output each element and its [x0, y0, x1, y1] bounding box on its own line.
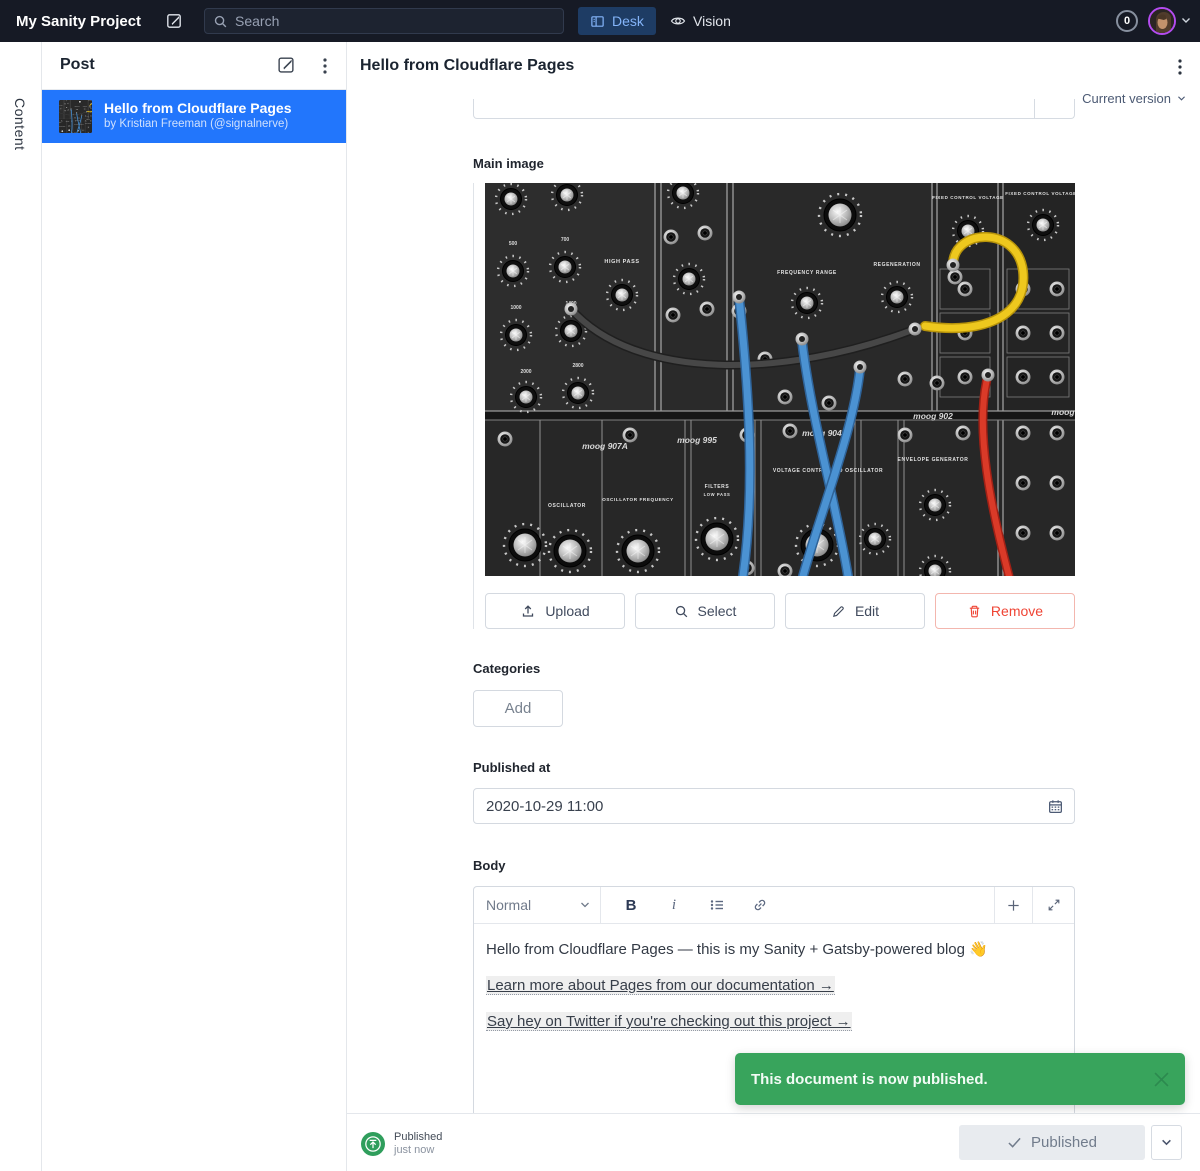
edit-button[interactable]: Edit [785, 593, 925, 629]
pane-title: Post [60, 56, 95, 74]
create-post-button[interactable] [276, 55, 298, 77]
published-at-value: 2020-10-29 11:00 [486, 798, 1047, 815]
upload-label: Upload [545, 603, 589, 619]
list-item-post[interactable]: Hello from Cloudflare Pages by Kristian … [42, 90, 346, 143]
search-icon [213, 14, 228, 29]
desk-tab-label: Desk [612, 13, 644, 29]
insert-block-button[interactable] [994, 887, 1032, 923]
select-label: Select [698, 603, 737, 619]
trash-icon [967, 604, 982, 619]
link-button[interactable] [751, 897, 769, 913]
chevron-down-icon [580, 901, 590, 909]
remove-button[interactable]: Remove [935, 593, 1075, 629]
bullet-list-button[interactable] [708, 897, 726, 913]
avatar-caret-icon[interactable] [1181, 16, 1191, 24]
body-link[interactable]: Say hey on Twitter if you're checking ou… [486, 1012, 852, 1031]
check-icon [1007, 1136, 1022, 1149]
publish-status-time: just now [394, 1144, 434, 1156]
desk-icon [590, 14, 605, 29]
pencil-icon [831, 604, 846, 619]
remove-label: Remove [991, 603, 1043, 619]
post-thumbnail [59, 100, 92, 133]
content-rail-label[interactable]: Content [12, 98, 28, 151]
sanity-studio: HIGH PASS FREQUENCY RANGE REGENERATION F… [0, 0, 1200, 1171]
upload-icon [520, 603, 536, 619]
body-label: Body [473, 858, 506, 873]
main-image-label: Main image [473, 156, 544, 171]
post-list-pane: Post Hello from Cloudflare Pages by Kris… [42, 42, 347, 1171]
close-icon[interactable] [1154, 1072, 1169, 1087]
toast-message: This document is now published. [751, 1071, 1154, 1088]
chevron-down-icon [1177, 95, 1186, 102]
published-at-input[interactable]: 2020-10-29 11:00 [473, 788, 1075, 824]
publish-button[interactable]: Published [959, 1125, 1145, 1160]
clipped-field-input[interactable] [473, 99, 1075, 119]
upload-button[interactable]: Upload [485, 593, 625, 629]
main-image-preview[interactable] [485, 183, 1075, 576]
toolbar-spacer [769, 887, 994, 923]
version-selector[interactable]: Current version [1082, 91, 1186, 106]
clipped-field-button[interactable] [1034, 99, 1074, 118]
editor-toolbar: Normal B i [474, 887, 1074, 924]
document-menu-button[interactable] [1170, 56, 1190, 78]
search-input[interactable] [235, 13, 535, 29]
compose-icon [165, 12, 183, 30]
tab-desk[interactable]: Desk [578, 7, 656, 35]
fullscreen-button[interactable] [1032, 887, 1074, 923]
publish-toast: This document is now published. [735, 1053, 1185, 1105]
search-bar[interactable] [204, 8, 564, 34]
bold-button[interactable]: B [622, 897, 640, 914]
post-item-subtitle: by Kristian Freeman (@signalnerve) [104, 118, 288, 130]
body-paragraph[interactable]: Hello from Cloudflare Pages — this is my… [486, 939, 1062, 960]
editor-content[interactable]: Hello from Cloudflare Pages — this is my… [474, 924, 1074, 1062]
publish-menu-button[interactable] [1151, 1125, 1182, 1160]
avatar[interactable] [1148, 7, 1176, 35]
publish-button-label: Published [1031, 1134, 1097, 1151]
publish-status-icon [361, 1132, 385, 1156]
document-title: Hello from Cloudflare Pages [360, 57, 574, 75]
presence-badge[interactable]: 0 [1116, 10, 1138, 32]
vision-tab-label: Vision [693, 13, 731, 29]
eye-icon [670, 13, 686, 29]
calendar-icon[interactable] [1047, 798, 1064, 815]
pane-header: Post [42, 42, 346, 90]
publish-status-title: Published [394, 1131, 442, 1143]
edit-label: Edit [855, 603, 879, 619]
top-navbar: My Sanity Project Desk Vision 0 [0, 0, 1200, 42]
add-category-button[interactable]: Add [473, 690, 563, 727]
categories-label: Categories [473, 661, 540, 676]
body-link[interactable]: Learn more about Pages from our document… [486, 976, 835, 995]
document-footer: Published just now Published [347, 1113, 1200, 1171]
block-style-value: Normal [486, 897, 531, 913]
select-button[interactable]: Select [635, 593, 775, 629]
image-actions: Upload Select Edit Remove [485, 593, 1075, 629]
project-title: My Sanity Project [16, 0, 141, 42]
field-indent-line [473, 183, 474, 629]
new-document-button[interactable] [163, 10, 185, 32]
version-label: Current version [1082, 91, 1171, 106]
format-buttons: B i [601, 887, 769, 923]
tab-vision[interactable]: Vision [658, 7, 743, 35]
published-at-label: Published at [473, 760, 550, 775]
post-item-title: Hello from Cloudflare Pages [104, 100, 291, 116]
pane-menu-button[interactable] [314, 55, 336, 77]
search-icon [674, 604, 689, 619]
content-rail: Content [0, 42, 42, 1171]
block-style-select[interactable]: Normal [474, 887, 601, 923]
italic-button[interactable]: i [665, 897, 683, 914]
